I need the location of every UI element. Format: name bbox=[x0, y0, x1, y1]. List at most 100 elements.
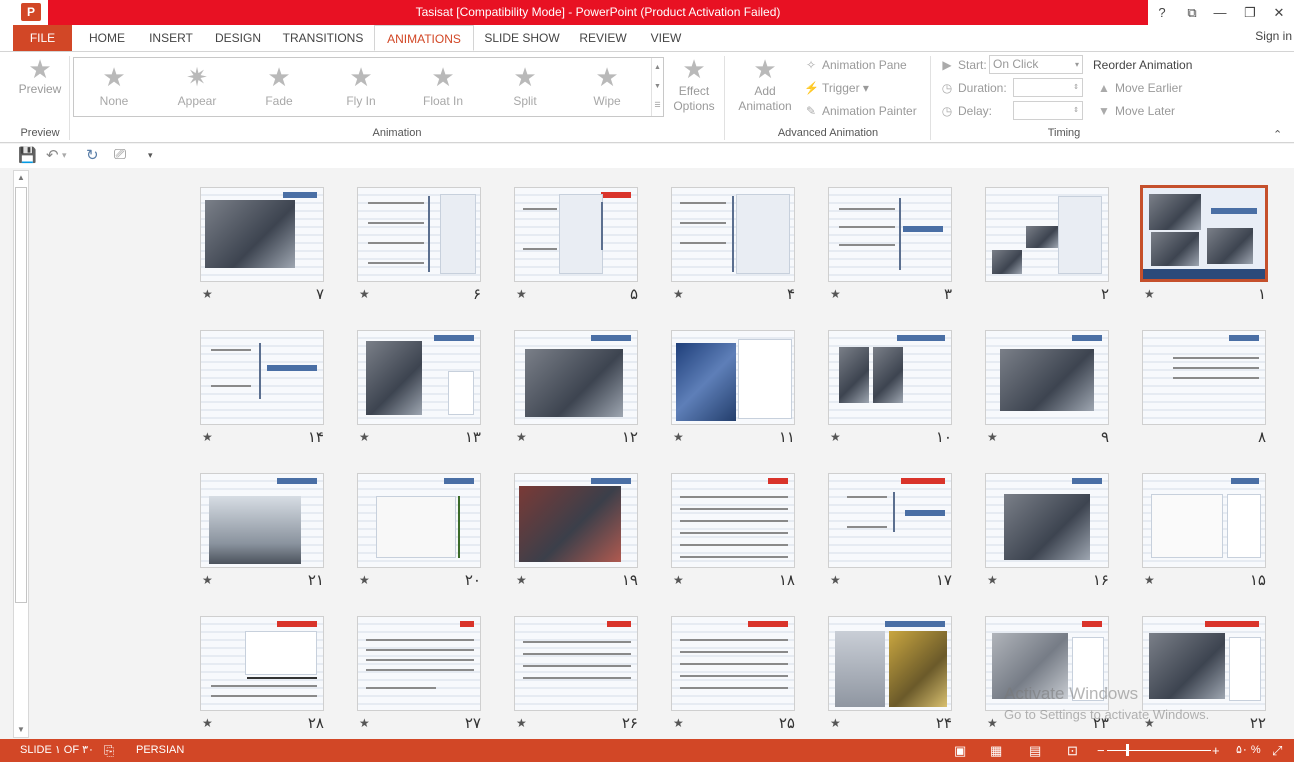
sign-in-link[interactable]: Sign in bbox=[1255, 25, 1292, 47]
slide-thumbnail-12[interactable] bbox=[514, 330, 638, 425]
zoom-in-icon[interactable]: + bbox=[1212, 739, 1220, 762]
slide-thumbnail-18[interactable] bbox=[671, 473, 795, 568]
animation-pane-button[interactable]: ✧ Animation Pane bbox=[804, 58, 907, 72]
animation-split[interactable]: ★ Split bbox=[490, 64, 560, 108]
slide-animation-star-icon[interactable]: ★ bbox=[830, 573, 841, 587]
trigger-button[interactable]: ⚡ Trigger ▾ bbox=[804, 81, 869, 95]
slide-thumbnail-15[interactable] bbox=[1142, 473, 1266, 568]
animation-appear[interactable]: ✷ Appear bbox=[162, 64, 232, 108]
tab-insert[interactable]: INSERT bbox=[142, 25, 200, 51]
slide-animation-star-icon[interactable]: ★ bbox=[359, 287, 370, 301]
slide-animation-star-icon[interactable]: ★ bbox=[202, 573, 213, 587]
animation-fade[interactable]: ★ Fade bbox=[244, 64, 314, 108]
slide-thumbnail-13[interactable] bbox=[357, 330, 481, 425]
redo-icon[interactable]: ↻ bbox=[86, 146, 99, 164]
slide-animation-star-icon[interactable]: ★ bbox=[516, 287, 527, 301]
tab-animations[interactable]: ANIMATIONS bbox=[374, 25, 474, 51]
slide-thumbnail-7[interactable] bbox=[200, 187, 324, 282]
slide-animation-star-icon[interactable]: ★ bbox=[202, 716, 213, 730]
slide-animation-star-icon[interactable]: ★ bbox=[987, 573, 998, 587]
delay-spinner[interactable]: ⇕ bbox=[1013, 101, 1083, 120]
slide-animation-star-icon[interactable]: ★ bbox=[830, 287, 841, 301]
slide-thumbnail-24[interactable] bbox=[828, 616, 952, 711]
animation-float-in[interactable]: ★ Float In bbox=[408, 64, 478, 108]
customize-qat-icon[interactable]: ▾ bbox=[148, 150, 153, 161]
slide-thumbnail-25[interactable] bbox=[671, 616, 795, 711]
add-animation-button[interactable]: ★ Add Animation bbox=[732, 56, 798, 114]
normal-view-icon[interactable]: ▣ bbox=[954, 739, 966, 762]
slide-thumbnail-4[interactable] bbox=[671, 187, 795, 282]
tab-transitions[interactable]: TRANSITIONS bbox=[277, 25, 369, 51]
undo-dropdown-icon[interactable]: ▾ bbox=[62, 150, 67, 161]
preview-button[interactable]: ★ Preview bbox=[12, 56, 68, 96]
reading-view-icon[interactable]: ▤ bbox=[1029, 739, 1041, 762]
slide-animation-star-icon[interactable]: ★ bbox=[516, 430, 527, 444]
slide-animation-star-icon[interactable]: ★ bbox=[359, 430, 370, 444]
slide-thumbnail-22[interactable] bbox=[1142, 616, 1266, 711]
duration-spinner[interactable]: ⇕ bbox=[1013, 78, 1083, 97]
language-indicator[interactable]: PERSIAN bbox=[136, 739, 184, 762]
slide-animation-star-icon[interactable]: ★ bbox=[987, 430, 998, 444]
slide-thumbnail-26[interactable] bbox=[514, 616, 638, 711]
slide-animation-star-icon[interactable]: ★ bbox=[1144, 573, 1155, 587]
slide-thumbnail-27[interactable] bbox=[357, 616, 481, 711]
scroll-thumb[interactable] bbox=[15, 187, 27, 603]
scroll-down-icon[interactable]: ▼ bbox=[14, 723, 28, 737]
gallery-more-icon[interactable]: ☰ bbox=[652, 96, 663, 115]
slide-animation-star-icon[interactable]: ★ bbox=[673, 430, 684, 444]
zoom-level[interactable]: ۵۰ % bbox=[1236, 739, 1261, 762]
slide-thumbnail-8[interactable] bbox=[1142, 330, 1266, 425]
fit-to-window-icon[interactable]: ⤢ bbox=[1272, 739, 1282, 762]
undo-icon[interactable]: ↶ bbox=[46, 146, 59, 164]
tab-design[interactable]: DESIGN bbox=[207, 25, 269, 51]
move-earlier-button[interactable]: ▲ Move Earlier bbox=[1097, 81, 1182, 95]
slide-animation-star-icon[interactable]: ★ bbox=[830, 430, 841, 444]
slide-thumbnail-17[interactable] bbox=[828, 473, 952, 568]
slide-thumbnail-10[interactable] bbox=[828, 330, 952, 425]
slide-thumbnail-11[interactable] bbox=[671, 330, 795, 425]
slide-animation-star-icon[interactable]: ★ bbox=[830, 716, 841, 730]
scroll-up-icon[interactable]: ▲ bbox=[14, 171, 28, 185]
tab-review[interactable]: REVIEW bbox=[574, 25, 632, 51]
minimize-button[interactable]: — bbox=[1206, 0, 1234, 25]
slide-thumbnail-16[interactable] bbox=[985, 473, 1109, 568]
tab-view[interactable]: VIEW bbox=[640, 25, 692, 51]
animation-fly-in[interactable]: ★ Fly In bbox=[326, 64, 396, 108]
help-button[interactable]: ? bbox=[1148, 0, 1176, 25]
effect-options-button[interactable]: ★ Effect Options bbox=[666, 56, 722, 114]
slide-animation-star-icon[interactable]: ★ bbox=[202, 287, 213, 301]
slide-thumbnail-19[interactable] bbox=[514, 473, 638, 568]
slide-thumbnail-2[interactable] bbox=[985, 187, 1109, 282]
slide-animation-star-icon[interactable]: ★ bbox=[673, 287, 684, 301]
slide-animation-star-icon[interactable]: ★ bbox=[516, 716, 527, 730]
slide-thumbnail-20[interactable] bbox=[357, 473, 481, 568]
slide-show-view-icon[interactable]: ⊡ bbox=[1067, 739, 1078, 762]
slide-animation-star-icon[interactable]: ★ bbox=[359, 716, 370, 730]
slide-thumbnail-6[interactable] bbox=[357, 187, 481, 282]
slide-animation-star-icon[interactable]: ★ bbox=[673, 573, 684, 587]
slide-sorter-view-icon[interactable]: ▦ bbox=[990, 739, 1002, 762]
slide-animation-star-icon[interactable]: ★ bbox=[516, 573, 527, 587]
slide-thumbnail-14[interactable] bbox=[200, 330, 324, 425]
slide-animation-star-icon[interactable]: ★ bbox=[673, 716, 684, 730]
save-icon[interactable]: 💾 bbox=[18, 146, 37, 164]
gallery-scroll[interactable]: ▲ ▼ ☰ bbox=[651, 58, 663, 116]
start-dropdown[interactable]: On Click ▾ bbox=[989, 55, 1083, 74]
animation-painter-button[interactable]: ✎ Animation Painter bbox=[804, 104, 917, 118]
spell-check-icon[interactable]: ⎘ bbox=[104, 739, 114, 762]
animation-none[interactable]: ★ None bbox=[79, 64, 149, 108]
slide-thumbnail-28[interactable] bbox=[200, 616, 324, 711]
ribbon-display-options-button[interactable]: ⧉ bbox=[1178, 0, 1206, 25]
slide-thumbnail-9[interactable] bbox=[985, 330, 1109, 425]
slide-animation-star-icon[interactable]: ★ bbox=[359, 573, 370, 587]
zoom-slider-track[interactable] bbox=[1107, 750, 1211, 751]
tab-slide-show[interactable]: SLIDE SHOW bbox=[478, 25, 566, 51]
slide-animation-star-icon[interactable]: ★ bbox=[202, 430, 213, 444]
present-from-start-icon[interactable]: ⎚ bbox=[114, 146, 126, 163]
slide-thumbnail-1[interactable] bbox=[1140, 185, 1268, 282]
zoom-out-icon[interactable]: − bbox=[1097, 739, 1105, 762]
collapse-ribbon-icon[interactable]: ⌃ bbox=[1273, 128, 1282, 141]
tab-home[interactable]: HOME bbox=[80, 25, 134, 51]
zoom-slider-thumb[interactable] bbox=[1126, 744, 1129, 756]
gallery-up-icon[interactable]: ▲ bbox=[652, 58, 663, 77]
